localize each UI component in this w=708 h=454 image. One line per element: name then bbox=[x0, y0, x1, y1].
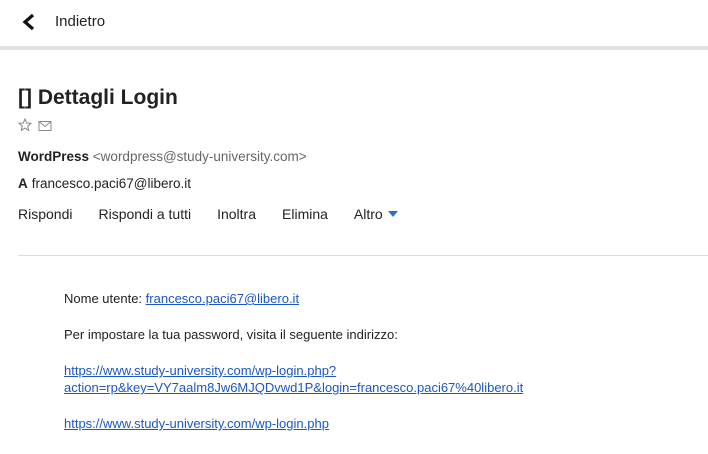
login-link-paragraph: https://www.study-university.com/wp-logi… bbox=[64, 415, 704, 432]
back-link[interactable]: Indietro bbox=[55, 13, 105, 30]
password-instructions: Per impostare la tua password, visita il… bbox=[64, 327, 398, 342]
forward-button[interactable]: Inoltra bbox=[217, 206, 256, 222]
reset-password-link[interactable]: https://www.study-university.com/wp-logi… bbox=[64, 363, 523, 395]
reply-button[interactable]: Rispondi bbox=[18, 206, 72, 222]
username-paragraph: Nome utente: francesco.paci67@libero.it bbox=[64, 290, 704, 307]
star-outline-icon[interactable] bbox=[17, 117, 33, 132]
content-divider bbox=[18, 255, 708, 256]
sender-line: WordPress <wordpress@study-university.co… bbox=[18, 149, 307, 164]
message-body: Nome utente: francesco.paci67@libero.it … bbox=[64, 290, 704, 432]
reset-link-line-2: action=rp&key=VY7aalm8Jw6MJQDvwd1P&login… bbox=[64, 380, 524, 395]
sender-name: WordPress bbox=[18, 149, 90, 164]
username-link[interactable]: francesco.paci67@libero.it bbox=[146, 291, 299, 306]
username-label: Nome utente: bbox=[64, 291, 143, 306]
recipient-line: Afrancesco.paci67@libero.it bbox=[18, 176, 191, 191]
message-actions: Rispondi Rispondi a tutti Inoltra Elimin… bbox=[18, 206, 398, 222]
delete-button[interactable]: Elimina bbox=[282, 206, 328, 222]
sender-address: <wordpress@study-university.com> bbox=[92, 149, 307, 164]
more-menu-label: Altro bbox=[353, 206, 383, 222]
recipient-label: A bbox=[18, 176, 28, 191]
reset-link-paragraph: https://www.study-university.com/wp-logi… bbox=[64, 362, 704, 396]
login-link[interactable]: https://www.study-university.com/wp-logi… bbox=[64, 416, 329, 431]
reset-link-line-1: https://www.study-university.com/wp-logi… bbox=[64, 363, 337, 378]
header-divider bbox=[0, 46, 708, 50]
chevron-left-icon[interactable] bbox=[21, 13, 37, 31]
envelope-icon[interactable] bbox=[38, 119, 52, 131]
top-bar: Indietro bbox=[0, 0, 708, 46]
message-flags bbox=[17, 117, 52, 132]
recipient-address: francesco.paci67@libero.it bbox=[31, 176, 192, 191]
message-subject: [] Dettagli Login bbox=[18, 86, 178, 109]
more-menu-button[interactable]: Altro bbox=[354, 206, 398, 222]
caret-down-icon bbox=[387, 211, 398, 217]
reply-all-button[interactable]: Rispondi a tutti bbox=[98, 206, 191, 222]
